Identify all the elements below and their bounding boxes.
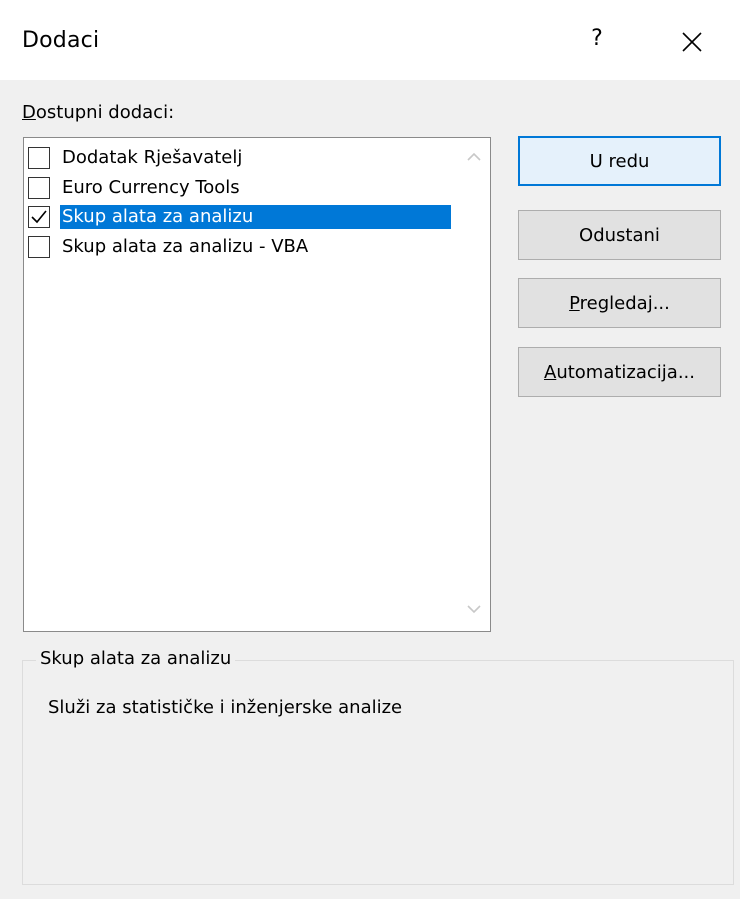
list-item[interactable]: Skup alata za analizu - VBA [28,232,310,262]
automation-button-label: Automatizacija... [544,362,695,383]
automation-text: utomatizacija... [556,361,695,383]
browse-button[interactable]: Pregledaj... [518,278,721,328]
title-bar: Dodaci ? [0,0,740,80]
label-text: ostupni dodaci: [35,102,175,123]
automation-button[interactable]: Automatizacija... [518,347,721,397]
list-item[interactable]: Dodatak Rješavatelj [28,143,244,173]
list-item-label: Dodatak Rješavatelj [62,147,243,168]
details-description: Služi za statističke i inženjerske anali… [48,697,403,718]
list-item-label: Skup alata za analizu - VBA [62,236,309,257]
browse-accesskey: P [569,292,580,314]
checkbox[interactable] [28,177,50,199]
checkmark-icon [31,210,47,224]
cancel-button-label: Odustani [579,224,660,246]
scroll-down-button[interactable] [465,600,483,618]
help-button[interactable]: ? [585,26,609,56]
automation-accesskey: A [543,361,557,383]
ok-button-label: U redu [589,150,650,172]
chevron-up-icon [467,152,481,161]
ok-button[interactable]: U redu [518,136,721,186]
dialog-title: Dodaci [22,28,100,53]
chevron-down-icon [467,605,481,614]
available-addins-label: Dostupni dodaci: [22,102,174,123]
addins-dialog: Dodaci ? Dostupni dodaci: Dodatak Rješav… [0,0,740,899]
list-item-label: Skup alata za analizu [60,205,451,229]
checkbox[interactable] [28,147,50,169]
cancel-button[interactable]: Odustani [518,210,721,260]
browse-button-label: Pregledaj... [569,293,670,314]
checkbox[interactable] [28,236,50,258]
list-item-selected[interactable]: Skup alata za analizu [28,202,451,232]
details-title: Skup alata za analizu [36,648,236,669]
checkbox-checked[interactable] [28,206,50,228]
list-item-label: Euro Currency Tools [62,177,240,198]
close-icon [682,32,702,52]
label-accesskey: D [22,102,36,123]
details-groupbox [22,660,734,885]
addins-listbox[interactable]: Dodatak Rješavatelj Euro Currency Tools … [23,137,491,632]
scroll-up-button[interactable] [465,148,483,166]
close-button[interactable] [672,22,712,62]
browse-text: regledaj... [579,292,670,314]
list-item[interactable]: Euro Currency Tools [28,173,242,203]
